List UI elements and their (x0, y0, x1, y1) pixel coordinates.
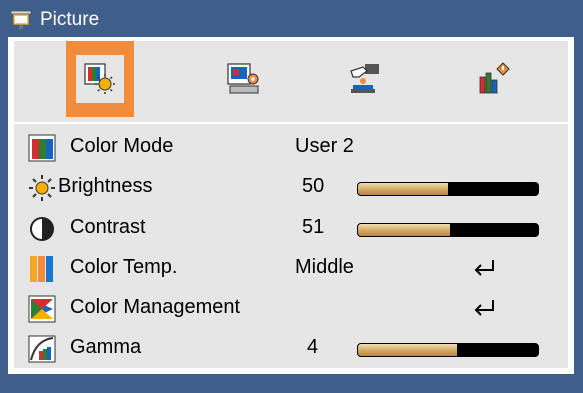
setting-value: 4 (307, 336, 319, 358)
slider-fill (358, 224, 450, 236)
setting-value: Middle (295, 256, 354, 278)
setting-label: Color Temp. (70, 256, 178, 278)
osd-window: Picture Color Mode User 2 Brightness 50 … (0, 0, 583, 393)
slider-fill (358, 183, 448, 195)
settings-list: Color Mode User 2 Brightness 50 Contrast… (14, 124, 568, 368)
color-temp-icon (30, 256, 53, 282)
picture-brightness-icon (84, 63, 115, 94)
gamma-icon (28, 335, 56, 363)
setting-row-color-mode[interactable]: Color Mode User 2 (14, 126, 568, 166)
image-settings-icon (227, 63, 259, 94)
setting-label: Brightness (58, 175, 153, 197)
tab-management[interactable] (330, 41, 398, 117)
tab-picture[interactable] (66, 41, 134, 117)
enter-icon[interactable] (472, 297, 498, 319)
tab-image[interactable] (210, 41, 278, 117)
setting-row-brightness[interactable]: Brightness 50 (14, 166, 568, 206)
projector-screen-icon (10, 10, 32, 29)
enter-icon[interactable] (472, 257, 498, 279)
setting-row-contrast[interactable]: Contrast 51 (14, 207, 568, 247)
window-title: Picture (40, 9, 100, 30)
contrast-slider[interactable] (357, 223, 539, 237)
management-hand-icon (350, 64, 379, 93)
setting-row-gamma[interactable]: Gamma 4 (14, 327, 568, 367)
contrast-icon (30, 217, 54, 241)
title-bar: Picture (10, 5, 99, 35)
setting-label: Color Mode (70, 135, 174, 157)
setting-label: Contrast (70, 216, 146, 238)
info-chart-icon (479, 62, 510, 94)
color-mode-icon (28, 134, 56, 162)
setting-row-color-temp[interactable]: Color Temp. Middle (14, 247, 568, 287)
setting-label: Color Management (70, 296, 241, 318)
setting-value: 50 (302, 175, 325, 197)
brightness-slider[interactable] (357, 182, 539, 196)
gamma-slider[interactable] (357, 343, 539, 357)
color-management-icon (28, 295, 56, 323)
setting-value: 51 (302, 216, 325, 238)
tab-information[interactable] (460, 41, 528, 117)
sun-icon (29, 175, 55, 201)
tab-strip (14, 41, 568, 122)
setting-label: Gamma (70, 336, 142, 358)
slider-fill (358, 344, 457, 356)
setting-value: User 2 (295, 135, 354, 157)
setting-row-color-management[interactable]: Color Management (14, 287, 568, 327)
